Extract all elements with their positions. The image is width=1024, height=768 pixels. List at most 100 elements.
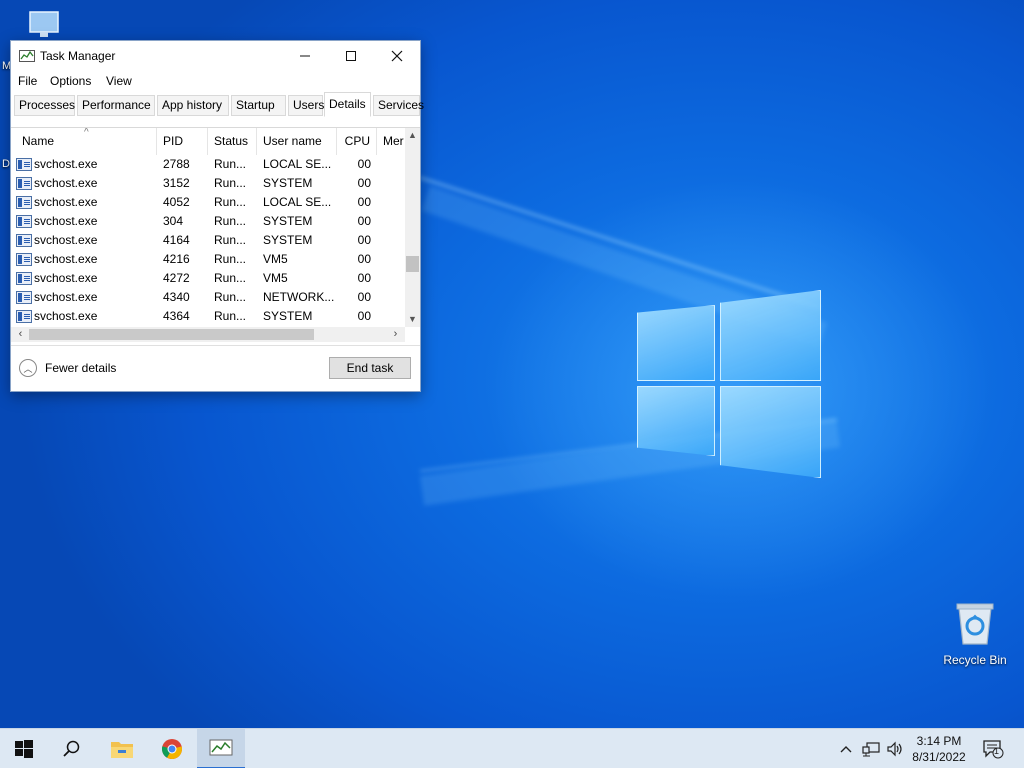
minimize-button[interactable] bbox=[282, 41, 328, 71]
column-header-user-name[interactable]: User name bbox=[257, 128, 337, 155]
search-button[interactable] bbox=[48, 729, 96, 768]
horizontal-scrollbar[interactable]: ‹ › bbox=[11, 327, 405, 342]
chrome-button[interactable] bbox=[148, 729, 196, 768]
table-row[interactable]: svchost.exe 4340 Run... NETWORK... 00 bbox=[11, 288, 405, 307]
clock-date: 8/31/2022 bbox=[912, 750, 966, 764]
recycle-bin-label: Recycle Bin bbox=[943, 653, 1007, 667]
show-hidden-icons-chevron-icon[interactable] bbox=[838, 739, 854, 759]
clock-time: 3:14 PM bbox=[916, 734, 962, 748]
table-row[interactable]: svchost.exe 3152 Run... SYSTEM 00 bbox=[11, 174, 405, 193]
process-icon bbox=[16, 177, 32, 190]
recycle-bin-icon bbox=[956, 603, 994, 645]
cell-user-name: SYSTEM bbox=[263, 233, 313, 247]
cell-pid: 2788 bbox=[163, 157, 190, 171]
cell-cpu: 00 bbox=[357, 290, 371, 304]
cell-status: Run... bbox=[214, 309, 247, 323]
minimize-icon bbox=[300, 55, 310, 57]
network-icon[interactable] bbox=[861, 739, 881, 759]
tab-services[interactable]: Services bbox=[373, 95, 424, 116]
cell-status: Run... bbox=[214, 271, 247, 285]
menu-bar: File Options View bbox=[11, 71, 420, 91]
fewer-details-toggle[interactable]: ︿ Fewer details bbox=[19, 359, 116, 377]
cell-name: svchost.exe bbox=[34, 309, 98, 323]
details-table[interactable]: ^ Name PID Status User name CPU Mer svch… bbox=[11, 128, 420, 346]
menu-file[interactable]: File bbox=[18, 74, 37, 88]
maximize-icon bbox=[346, 51, 356, 61]
column-header-name[interactable]: ^ Name bbox=[16, 128, 157, 155]
cell-pid: 4364 bbox=[163, 309, 190, 323]
horizontal-scroll-thumb[interactable] bbox=[29, 329, 314, 340]
file-explorer-button[interactable] bbox=[98, 729, 146, 768]
scroll-up-arrow-icon[interactable]: ▲ bbox=[405, 128, 420, 143]
task-manager-taskbar-button[interactable] bbox=[197, 729, 245, 768]
process-icon bbox=[16, 215, 32, 228]
maximize-button[interactable] bbox=[328, 41, 374, 71]
action-center-button[interactable]: 1 bbox=[980, 739, 1006, 759]
process-icon bbox=[16, 253, 32, 266]
process-icon bbox=[16, 291, 32, 304]
tab-performance[interactable]: Performance bbox=[77, 95, 155, 116]
footer-divider bbox=[11, 345, 420, 346]
notification-count: 1 bbox=[994, 746, 1000, 756]
cell-cpu: 00 bbox=[357, 252, 371, 266]
cell-user-name: LOCAL SE... bbox=[263, 195, 332, 209]
scroll-left-arrow-icon[interactable]: ‹ bbox=[13, 327, 28, 342]
cell-cpu: 00 bbox=[357, 214, 371, 228]
chrome-icon bbox=[161, 739, 183, 760]
title-bar[interactable]: Task Manager bbox=[11, 41, 420, 71]
windows-logo-pane bbox=[720, 386, 821, 478]
table-row[interactable]: svchost.exe 4272 Run... VM5 00 bbox=[11, 269, 405, 288]
cell-name: svchost.exe bbox=[34, 271, 98, 285]
cell-cpu: 00 bbox=[357, 157, 371, 171]
menu-options[interactable]: Options bbox=[50, 74, 91, 88]
vertical-scrollbar[interactable]: ▲ ▼ bbox=[405, 128, 420, 327]
task-manager-window[interactable]: Task Manager File Options View Processes… bbox=[10, 40, 424, 392]
cell-pid: 304 bbox=[163, 214, 184, 228]
cell-user-name: NETWORK... bbox=[263, 290, 335, 304]
clock[interactable]: 3:14 PM 8/31/2022 bbox=[906, 733, 972, 765]
tab-processes[interactable]: Processes bbox=[14, 95, 75, 116]
column-header-status[interactable]: Status bbox=[208, 128, 257, 155]
recycle-bin[interactable]: Recycle Bin bbox=[940, 600, 1010, 667]
table-row[interactable]: svchost.exe 2788 Run... LOCAL SE... 00 bbox=[11, 155, 405, 174]
table-row[interactable]: svchost.exe 304 Run... SYSTEM 00 bbox=[11, 212, 405, 231]
column-header-cpu[interactable]: CPU bbox=[337, 128, 377, 155]
taskbar: 3:14 PM 8/31/2022 1 bbox=[0, 728, 1024, 768]
tab-details[interactable]: Details bbox=[324, 92, 371, 117]
cell-status: Run... bbox=[214, 157, 247, 171]
close-button[interactable] bbox=[374, 41, 420, 71]
scroll-down-arrow-icon[interactable]: ▼ bbox=[405, 312, 420, 327]
tab-users[interactable]: Users bbox=[288, 95, 324, 116]
cell-cpu: 00 bbox=[357, 233, 371, 247]
cell-status: Run... bbox=[214, 252, 247, 266]
tab-app-history[interactable]: App history bbox=[157, 95, 229, 116]
sort-indicator: ^ bbox=[84, 128, 89, 138]
cell-cpu: 00 bbox=[357, 271, 371, 285]
table-row[interactable]: svchost.exe 4052 Run... LOCAL SE... 00 bbox=[11, 193, 405, 212]
window-title: Task Manager bbox=[40, 49, 116, 63]
table-row[interactable]: svchost.exe 4364 Run... SYSTEM 00 bbox=[11, 307, 405, 326]
volume-icon[interactable] bbox=[885, 739, 905, 759]
start-button[interactable] bbox=[0, 729, 48, 768]
cell-user-name: VM5 bbox=[263, 271, 288, 285]
table-row[interactable]: svchost.exe 4216 Run... VM5 00 bbox=[11, 250, 405, 269]
tab-strip: Processes Performance App history Startu… bbox=[14, 92, 424, 117]
chevron-up-icon: ︿ bbox=[19, 359, 37, 377]
cell-name: svchost.exe bbox=[34, 157, 98, 171]
column-header-pid[interactable]: PID bbox=[157, 128, 208, 155]
process-icon bbox=[16, 196, 32, 209]
end-task-button[interactable]: End task bbox=[329, 357, 411, 379]
process-icon bbox=[16, 272, 32, 285]
cell-status: Run... bbox=[214, 290, 247, 304]
cell-pid: 4164 bbox=[163, 233, 190, 247]
tab-startup[interactable]: Startup bbox=[231, 95, 286, 116]
vertical-scroll-thumb[interactable] bbox=[406, 256, 419, 272]
scroll-right-arrow-icon[interactable]: › bbox=[388, 327, 403, 342]
cell-pid: 3152 bbox=[163, 176, 190, 190]
process-icon bbox=[16, 158, 32, 171]
cell-name: svchost.exe bbox=[34, 176, 98, 190]
task-manager-icon bbox=[209, 739, 233, 756]
desktop-computer-icon[interactable] bbox=[28, 10, 60, 40]
table-row[interactable]: svchost.exe 4164 Run... SYSTEM 00 bbox=[11, 231, 405, 250]
menu-view[interactable]: View bbox=[106, 74, 132, 88]
